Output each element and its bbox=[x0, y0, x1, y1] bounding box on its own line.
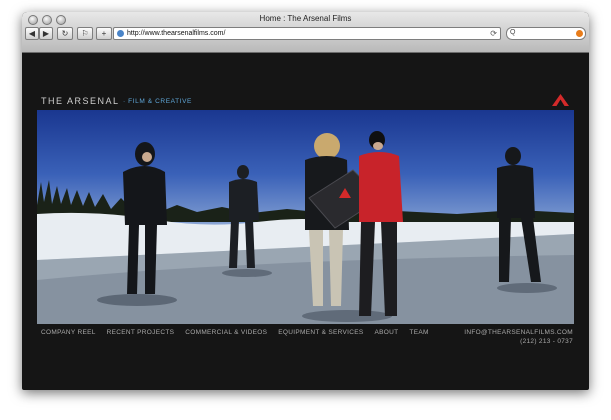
search-icon: Q bbox=[510, 29, 516, 36]
nav-company-reel[interactable]: COMPANY REEL bbox=[41, 329, 96, 336]
back-button[interactable]: ◀ bbox=[25, 27, 39, 40]
footer-nav: COMPANY REEL RECENT PROJECTS COMMERCIAL … bbox=[41, 329, 429, 336]
add-bookmark-button[interactable]: + bbox=[96, 27, 112, 40]
search-field[interactable]: Q bbox=[506, 27, 586, 40]
nav-about[interactable]: ABOUT bbox=[375, 329, 399, 336]
contact-email[interactable]: INFO@THEARSENALFILMS.COM bbox=[464, 328, 573, 337]
address-bar[interactable]: http://www.thearsenalfilms.com/ ⟳ bbox=[113, 27, 501, 40]
nav-team[interactable]: TEAM bbox=[409, 329, 428, 336]
site-tagline: · FILM & CREATIVE bbox=[123, 98, 192, 105]
browser-window: Home : The Arsenal Films ◀ ▶ ↻ ⚐ + http:… bbox=[22, 12, 589, 390]
refresh-icon[interactable]: ⟳ bbox=[490, 28, 497, 39]
nav-equipment-services[interactable]: EQUIPMENT & SERVICES bbox=[278, 329, 363, 336]
nav-commercial-videos[interactable]: COMMERCIAL & VIDEOS bbox=[185, 329, 267, 336]
nav-recent-projects[interactable]: RECENT PROJECTS bbox=[107, 329, 175, 336]
hero-photo bbox=[37, 110, 574, 324]
contact-phone: (212) 213 - 0737 bbox=[520, 338, 573, 345]
hero-scene bbox=[37, 131, 574, 324]
snapback-icon[interactable] bbox=[576, 30, 583, 37]
bookmark-button[interactable]: ⚐ bbox=[77, 27, 93, 40]
address-text: http://www.thearsenalfilms.com/ bbox=[127, 30, 226, 37]
site-brand[interactable]: THE ARSENAL bbox=[41, 96, 120, 106]
reload-button[interactable]: ↻ bbox=[57, 27, 73, 40]
arsenal-logo-icon[interactable] bbox=[552, 94, 569, 106]
forward-button[interactable]: ▶ bbox=[39, 27, 53, 40]
contact-info: INFO@THEARSENALFILMS.COM (212) 213 - 073… bbox=[464, 328, 573, 346]
window-title: Home : The Arsenal Films bbox=[259, 14, 352, 23]
globe-icon bbox=[117, 30, 124, 37]
browser-titlebar: Home : The Arsenal Films ◀ ▶ ↻ ⚐ + http:… bbox=[22, 12, 589, 53]
